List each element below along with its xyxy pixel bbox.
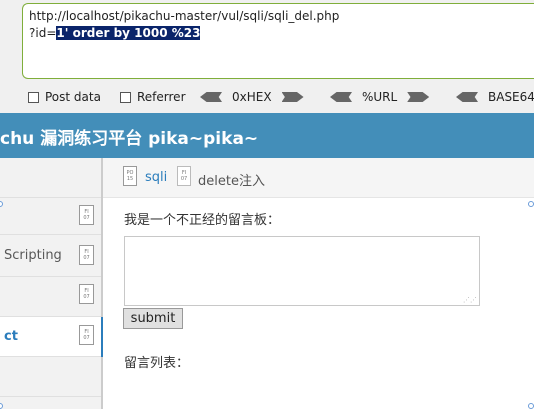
sidebar-item-label: Scripting xyxy=(4,248,62,263)
file-icon: FI 07 xyxy=(177,166,191,186)
url-query-prefix: ?id= xyxy=(29,26,57,40)
arrow-left-icon xyxy=(200,92,222,102)
site-title: chu 漏洞练习平台 pika~pika~ xyxy=(0,129,259,149)
selection-handle[interactable] xyxy=(528,201,534,207)
breadcrumb-link-sqli[interactable]: sqli xyxy=(145,170,167,185)
hackbar-toolbar: Post data Referrer 0xHEX %URL BASE64 xyxy=(0,86,534,108)
post-data-checkbox[interactable] xyxy=(28,91,39,103)
post-data-toggle[interactable]: Post data xyxy=(28,90,101,104)
selection-handle[interactable] xyxy=(528,403,534,409)
hackbar-panel: http://localhost/pikachu-master/vul/sqli… xyxy=(0,0,534,113)
hex-label: 0xHEX xyxy=(232,90,272,104)
arrow-right-icon xyxy=(281,92,304,102)
arrow-left-icon xyxy=(456,92,478,102)
url-textarea[interactable]: http://localhost/pikachu-master/vul/sqli… xyxy=(22,3,534,79)
url-line-2: ?id=1' order by 1000 %23 xyxy=(29,25,528,42)
sidebar-item-2[interactable]: FI 07 xyxy=(0,198,101,235)
post-data-label: Post data xyxy=(45,90,101,104)
php-file-icon: PO 15 xyxy=(123,166,137,186)
url-encode-button[interactable]: %URL xyxy=(330,90,430,104)
arrow-left-icon xyxy=(330,92,352,102)
breadcrumb-current-page: delete注入 xyxy=(198,174,265,189)
sidebar-item-label: ct xyxy=(4,329,18,344)
file-icon: FI 07 xyxy=(79,325,94,345)
referrer-toggle[interactable]: Referrer xyxy=(120,90,186,104)
url-encode-label: %URL xyxy=(362,90,398,104)
referrer-label: Referrer xyxy=(137,90,186,104)
sidebar-item-4[interactable]: FI 07 xyxy=(0,277,101,317)
url-line-1: http://localhost/pikachu-master/vul/sqli… xyxy=(29,9,340,23)
file-icon: FI 07 xyxy=(79,245,94,265)
sidebar-item-active[interactable]: ct FI 07 xyxy=(0,317,101,357)
hex-button[interactable]: 0xHEX xyxy=(200,90,304,104)
breadcrumb: PO 15 sqli FI 07 delete注入 xyxy=(103,158,534,198)
sidebar-item-1[interactable] xyxy=(0,158,101,198)
submit-button[interactable]: submit xyxy=(123,308,183,329)
arrow-right-icon xyxy=(407,92,430,102)
url-selected-payload: 1' order by 1000 %23 xyxy=(56,26,201,40)
base64-button[interactable]: BASE64 xyxy=(456,90,534,104)
referrer-checkbox[interactable] xyxy=(120,91,131,103)
sidebar-item-xss[interactable]: Scripting FI 07 xyxy=(0,235,101,277)
base64-label: BASE64 xyxy=(488,90,534,104)
file-icon: FI 07 xyxy=(79,205,94,225)
message-list-label: 留言列表： xyxy=(124,356,190,371)
site-header: chu 漏洞练习平台 pika~pika~ xyxy=(0,113,534,158)
resize-grip-icon[interactable]: ⋰⋰ xyxy=(463,297,477,304)
message-board-label: 我是一个不正经的留言板： xyxy=(124,213,281,228)
file-icon: FI 07 xyxy=(79,284,94,304)
message-textarea[interactable]: ⋰⋰ xyxy=(124,236,480,306)
sidebar-item-6[interactable] xyxy=(0,357,101,397)
